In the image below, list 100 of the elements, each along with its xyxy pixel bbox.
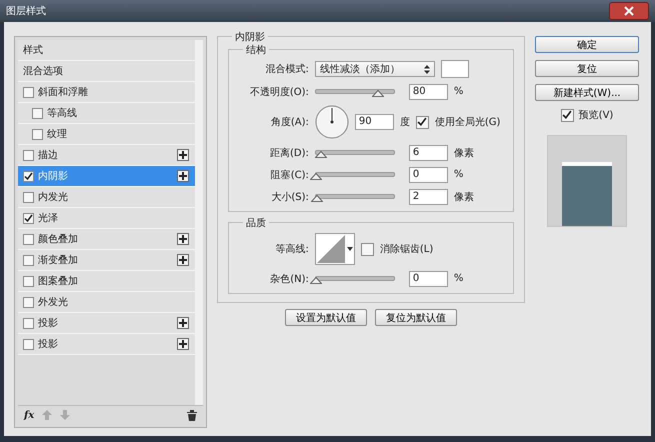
unit-label: %: [454, 86, 464, 97]
checkbox[interactable]: [23, 338, 34, 350]
style-label: 内阴影: [38, 170, 68, 183]
style-label: 等高线: [47, 106, 77, 120]
style-label: 混合选项: [23, 64, 63, 78]
caret-icon: [424, 64, 430, 74]
contour-picker[interactable]: [314, 233, 355, 265]
checkbox[interactable]: [23, 296, 34, 308]
checkbox[interactable]: [23, 234, 34, 244]
field-label: 角度(A):: [270, 116, 309, 129]
section-title: 结构: [242, 43, 269, 57]
checkbox-label: 预览(V): [578, 109, 614, 122]
value-field[interactable]: 6: [408, 144, 448, 160]
fx-button[interactable]: fx: [24, 410, 34, 420]
value-field[interactable]: 0: [408, 270, 448, 286]
style-item[interactable]: 等高线: [18, 103, 195, 124]
style-item[interactable]: 内发光: [18, 187, 195, 208]
value-field[interactable]: 0: [408, 166, 448, 182]
slider-thumb[interactable]: [310, 173, 322, 180]
checkbox[interactable]: [23, 86, 34, 98]
default-button[interactable]: 复位为默认值: [374, 309, 457, 326]
value-field[interactable]: 90: [354, 114, 394, 130]
style-label: 内发光: [38, 190, 68, 204]
style-label: 描边: [38, 148, 58, 162]
style-item[interactable]: 颜色叠加: [18, 229, 195, 250]
curve-icon: [316, 235, 345, 263]
plus-icon[interactable]: [176, 254, 189, 266]
slider-thumb[interactable]: [310, 277, 322, 284]
style-item[interactable]: 图案叠加: [18, 271, 195, 292]
default-button[interactable]: 设置为默认值: [284, 309, 367, 326]
checkbox[interactable]: [23, 150, 34, 160]
checkbox[interactable]: [23, 276, 34, 286]
unit-label: %: [454, 169, 464, 180]
style-label: 外发光: [38, 296, 68, 309]
close-button[interactable]: [609, 2, 649, 20]
checkbox[interactable]: [23, 254, 34, 266]
style-label: 样式: [23, 44, 43, 57]
style-label: 颜色叠加: [38, 232, 78, 246]
style-item[interactable]: 渐变叠加: [18, 250, 195, 271]
plus-icon[interactable]: [176, 233, 189, 245]
color-swatch[interactable]: [440, 60, 469, 78]
field-label: 杂色(N):: [269, 272, 309, 286]
style-label: 投影: [38, 338, 58, 351]
checkbox[interactable]: [23, 318, 34, 328]
checkbox[interactable]: [560, 108, 574, 122]
style-item[interactable]: 投影: [18, 334, 195, 355]
style-item[interactable]: 斜面和浮雕: [18, 82, 195, 103]
style-item[interactable]: 描边: [18, 145, 195, 166]
value-field[interactable]: 2: [408, 188, 448, 204]
style-item[interactable]: 混合选项: [18, 61, 195, 82]
value-field[interactable]: 80: [408, 84, 448, 100]
field-label: 不透明度(O):: [248, 86, 309, 98]
angle-dial[interactable]: [314, 105, 349, 139]
action-button[interactable]: 确定: [535, 36, 639, 53]
caret-icon: [346, 247, 353, 251]
style-label: 投影: [38, 316, 58, 330]
slider-thumb[interactable]: [311, 195, 324, 202]
checkbox[interactable]: [416, 116, 429, 128]
checkbox[interactable]: [23, 170, 34, 182]
plus-icon[interactable]: [176, 317, 189, 329]
blend-mode-dropdown[interactable]: 线性减淡（添加）: [314, 61, 435, 77]
style-label: 光泽: [38, 212, 58, 225]
plus-icon[interactable]: [176, 170, 189, 182]
unit-label: 度: [400, 116, 410, 129]
unit-label: 像素: [454, 190, 474, 204]
field-label: 阻塞(C):: [270, 168, 309, 182]
checkbox-label: 使用全局光(G): [434, 116, 500, 129]
preview-swatch: [562, 162, 612, 226]
unit-label: 像素: [454, 146, 474, 160]
style-label: 纹理: [47, 128, 67, 141]
window-title: 图层样式: [6, 4, 46, 18]
field-label: 大小(S):: [270, 190, 309, 204]
close-icon: [623, 6, 635, 16]
field-label: 距离(D):: [269, 146, 309, 160]
plus-icon[interactable]: [176, 149, 189, 161]
style-item[interactable]: 样式: [18, 40, 195, 61]
style-label: 图案叠加: [38, 274, 78, 288]
action-button[interactable]: 新建样式(W)...: [535, 84, 639, 101]
trash-icon[interactable]: [186, 410, 197, 420]
field-label: 混合模式:: [264, 62, 309, 76]
unit-label: %: [454, 273, 464, 284]
plus-icon[interactable]: [176, 338, 189, 350]
checkbox[interactable]: [23, 212, 34, 224]
style-label: 斜面和浮雕: [38, 86, 88, 99]
style-item[interactable]: 光泽: [18, 208, 195, 229]
group-title: 内阴影: [232, 30, 268, 44]
checkbox[interactable]: [32, 128, 43, 140]
checkbox[interactable]: [32, 108, 43, 118]
slider-thumb[interactable]: [372, 90, 384, 97]
field-label: 等高线:: [274, 242, 309, 256]
style-item[interactable]: 纹理: [18, 124, 195, 145]
style-item[interactable]: 外发光: [18, 292, 195, 313]
slider-thumb[interactable]: [314, 151, 327, 158]
checkbox[interactable]: [23, 192, 34, 202]
style-label: 渐变叠加: [38, 254, 78, 267]
checkbox-label: 消除锯齿(L): [380, 242, 434, 256]
section-title: 品质: [242, 216, 269, 230]
action-button[interactable]: 复位: [535, 60, 639, 77]
style-item[interactable]: 投影: [18, 313, 195, 334]
checkbox[interactable]: [360, 242, 374, 256]
